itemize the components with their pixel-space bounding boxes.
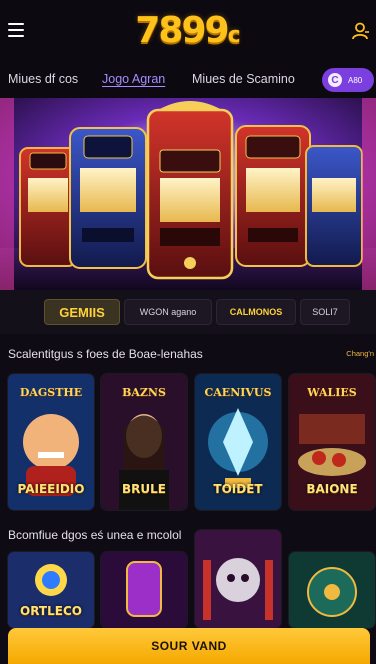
game-card-title: ORTLECO: [20, 604, 82, 618]
game-thumbnail-skull: [195, 530, 281, 628]
logo-text: 7899: [135, 10, 229, 51]
game-card[interactable]: [195, 530, 281, 628]
game-thumbnail-roulette: [289, 552, 375, 628]
tab-category-2[interactable]: WGON agano: [124, 299, 212, 325]
game-card-top-label: DAGSTHE: [19, 386, 83, 399]
user-profile-icon[interactable]: [352, 22, 370, 40]
section-1-title: Scalentitgus s foes de Boae-lenahas: [8, 347, 203, 361]
primary-cta-button[interactable]: SOUR VAND: [8, 628, 370, 664]
tab-category-4[interactable]: SOLI7: [300, 299, 350, 325]
game-card[interactable]: CAENIVUS TOIDET: [195, 374, 281, 510]
game-card[interactable]: [289, 552, 375, 628]
game-card-title: BRULE: [122, 482, 166, 496]
slot-machines-illustration: [0, 98, 376, 290]
game-card-title: BAIONE: [306, 482, 358, 496]
game-card-title: TOIDET: [213, 482, 263, 496]
game-card[interactable]: BAZNS BRULE: [101, 374, 187, 510]
pill-label: A80: [348, 75, 363, 85]
game-card-title: PAIEEIDIO: [17, 482, 85, 496]
game-card-top-label: CAENIVUS: [204, 386, 272, 399]
game-thumbnail-mirror: [101, 552, 187, 628]
game-card[interactable]: ORTLECO: [8, 552, 94, 628]
game-card-top-label: WALIES: [307, 386, 357, 399]
pill-c-icon: C: [328, 73, 342, 87]
brand-logo[interactable]: 7899c: [0, 10, 376, 51]
section-1-see-all-link[interactable]: Chang'n: [346, 349, 374, 358]
nav-item-2-active[interactable]: Jogo Agran: [102, 72, 165, 86]
game-card[interactable]: [101, 552, 187, 628]
app-header: 7899c: [0, 0, 376, 62]
nav-item-3[interactable]: Miues de Scamino: [192, 72, 295, 86]
nav-action-pill[interactable]: C A80: [322, 68, 374, 92]
game-card[interactable]: WALIES BAIONE: [289, 374, 375, 510]
section-2-title: Bcomfiue dgos eś unea e mcolol: [8, 528, 182, 542]
category-tabs: GEMIIS WGON agano CALMONOS SOLI7: [0, 290, 376, 334]
tab-games[interactable]: GEMIIS: [44, 299, 120, 325]
tab-category-3[interactable]: CALMONOS: [216, 299, 296, 325]
top-nav: Miues df cos Jogo Agran Miues de Scamino…: [0, 62, 376, 98]
hero-banner[interactable]: [0, 98, 376, 290]
game-card[interactable]: DAGSTHE PAIEEIDIO: [8, 374, 94, 510]
game-card-top-label: BAZNS: [122, 386, 166, 399]
nav-item-1[interactable]: Miues df cos: [8, 72, 78, 86]
logo-suffix: c: [227, 23, 241, 48]
